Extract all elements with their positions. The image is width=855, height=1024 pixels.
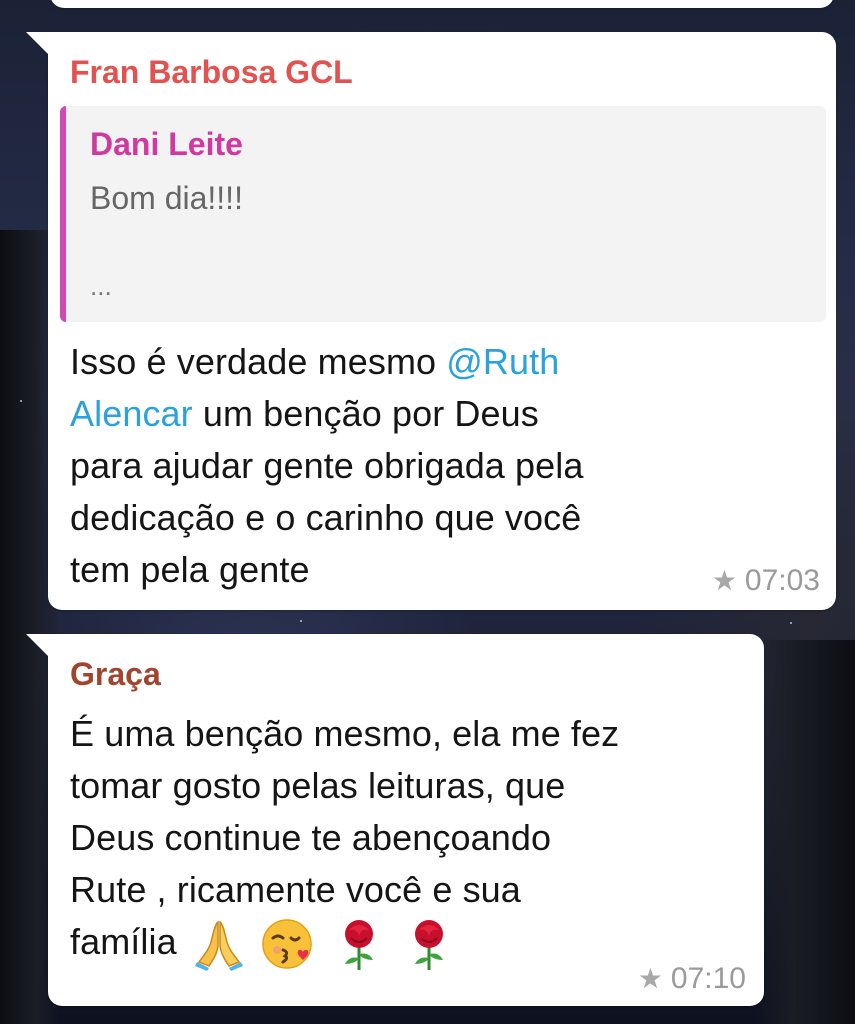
rose-icon [331, 916, 387, 972]
quoted-message[interactable]: Dani Leite Bom dia!!!! ... [60, 106, 826, 322]
background-star [790, 622, 792, 624]
message-text-line: família [70, 921, 177, 962]
star-icon: ★ [711, 565, 737, 596]
message-text-line: Deus continue te abençoando [70, 817, 552, 858]
emoji-row [191, 916, 457, 972]
message-time: 07:03 [744, 564, 820, 597]
message-text: É uma benção mesmo, ela me fez tomar gos… [70, 708, 619, 972]
message-text-line: dedicação e o carinho que você [70, 497, 582, 538]
star-icon: ★ [637, 963, 663, 994]
quote-text: Bom dia!!!! [90, 180, 243, 216]
quote-author: Dani Leite [90, 126, 243, 162]
background-star [20, 400, 22, 402]
quote-bar [60, 106, 66, 322]
kissing-face-icon [261, 916, 317, 972]
message-bubble[interactable]: Fran Barbosa GCL Dani Leite Bom dia!!!! … [26, 32, 836, 610]
bubble-tail [26, 634, 48, 656]
background-rocks-right [755, 640, 855, 1024]
previous-message-bubble[interactable] [50, 0, 834, 8]
sender-name[interactable]: Fran Barbosa GCL [70, 52, 353, 92]
mention-first[interactable]: @Ruth [446, 341, 559, 382]
message-time: 07:10 [670, 962, 746, 995]
message-bubble[interactable]: Graça É uma benção mesmo, ela me fez tom… [26, 634, 764, 1006]
message-text-line: tomar gosto pelas leituras, que [70, 765, 566, 806]
rose-icon [401, 916, 457, 972]
mention-last[interactable]: Alencar [70, 393, 193, 434]
praying-hands-icon [191, 916, 247, 972]
message-text-line: É uma benção mesmo, ela me fez [70, 713, 620, 754]
message-text-line: Rute , ricamente você e sua [70, 869, 521, 910]
message-text: Isso é verdade mesmo @Ruth Alencar um ben… [70, 336, 720, 596]
sender-name[interactable]: Graça [70, 654, 161, 694]
message-text-line: para ajudar gente obrigada pela [70, 445, 584, 486]
quote-ellipsis: ... [90, 271, 112, 301]
bubble-tail [26, 32, 48, 54]
background-star [300, 620, 302, 622]
message-text-part: Isso é verdade mesmo [70, 341, 447, 382]
message-text-part: um benção por Deus [192, 393, 539, 434]
message-text-line: tem pela gente [70, 549, 310, 590]
message-meta: ★ 07:10 [638, 962, 746, 996]
message-meta: ★ 07:03 [712, 564, 820, 598]
